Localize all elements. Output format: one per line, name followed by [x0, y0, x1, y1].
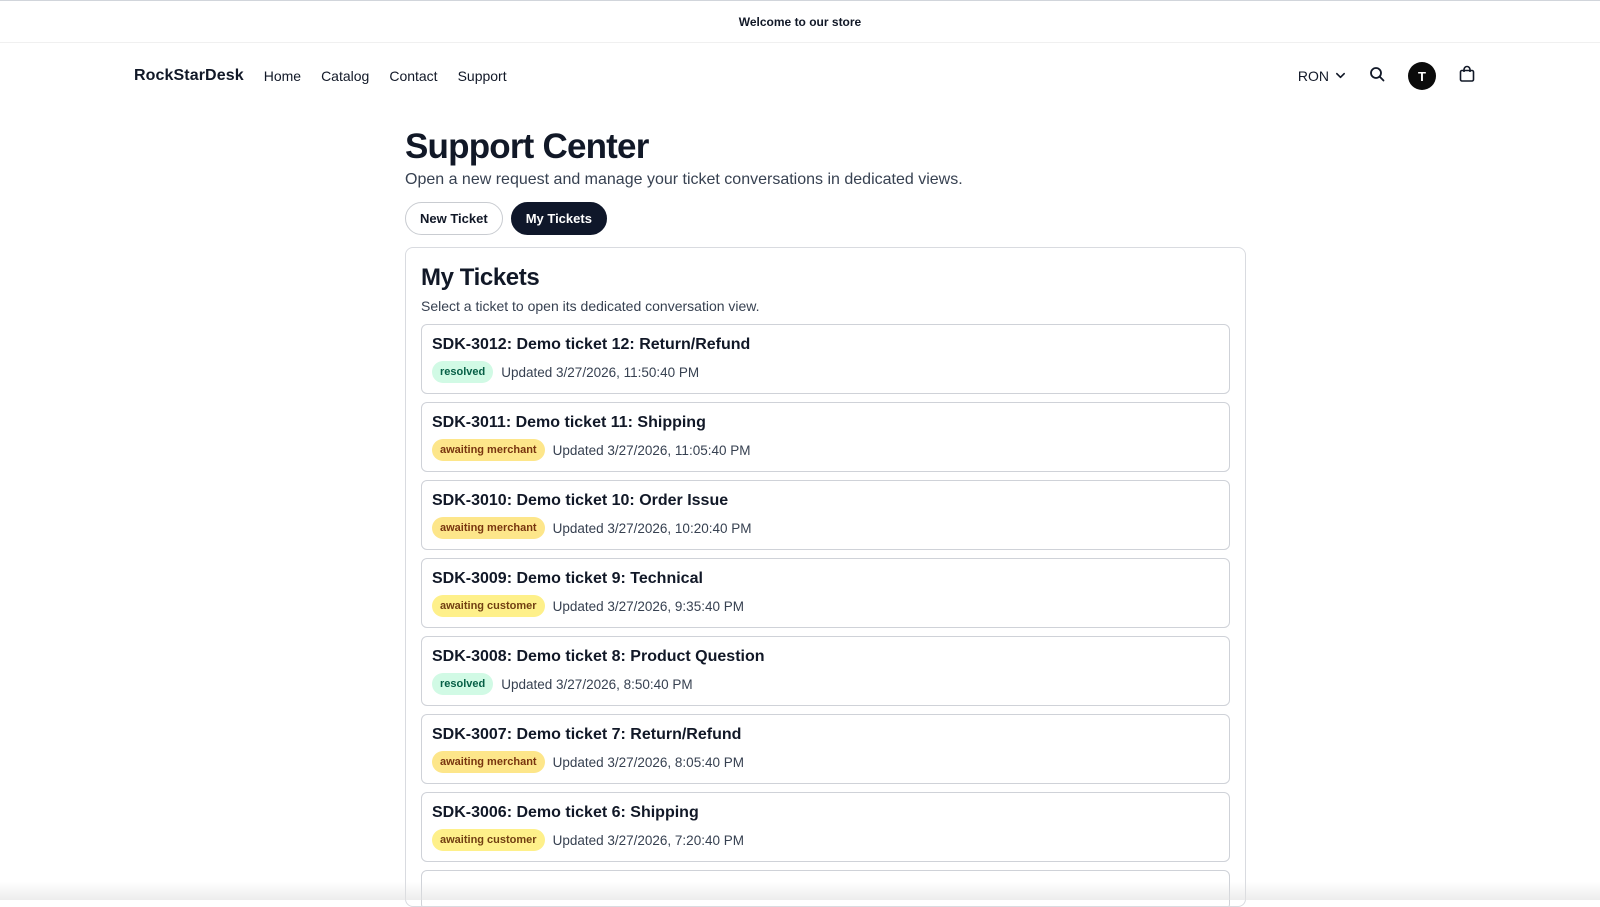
ticket-list: SDK-3012: Demo ticket 12: Return/Refund …	[421, 324, 1230, 907]
ticket-updated: Updated 3/27/2026, 11:50:40 PM	[501, 365, 699, 380]
nav-contact[interactable]: Contact	[389, 68, 437, 84]
ticket-item[interactable]: SDK-3010: Demo ticket 10: Order Issue aw…	[421, 480, 1230, 550]
status-badge: resolved	[432, 361, 493, 383]
nav-support[interactable]: Support	[458, 68, 507, 84]
ticket-meta: awaiting customer Updated 3/27/2026, 9:3…	[432, 595, 1219, 617]
announcement-text: Welcome to our store	[739, 15, 861, 29]
chevron-down-icon	[1335, 68, 1346, 84]
status-badge: awaiting customer	[432, 595, 545, 617]
shopping-bag-icon	[1458, 65, 1476, 88]
nav-catalog[interactable]: Catalog	[321, 68, 369, 84]
ticket-title: SDK-3010: Demo ticket 10: Order Issue	[432, 491, 1219, 511]
page-title: Support Center	[405, 125, 1246, 169]
header-actions: RON T	[1298, 62, 1480, 90]
ticket-updated: Updated 3/27/2026, 8:50:40 PM	[501, 677, 692, 692]
panel-title: My Tickets	[421, 262, 1230, 294]
ticket-title: SDK-3008: Demo ticket 8: Product Questio…	[432, 647, 1219, 667]
ticket-meta: resolved Updated 3/27/2026, 8:50:40 PM	[432, 673, 1219, 695]
site-header: RockStarDesk Home Catalog Contact Suppor…	[0, 43, 1600, 109]
cart-button[interactable]	[1454, 63, 1480, 89]
ticket-meta: resolved Updated 3/27/2026, 11:50:40 PM	[432, 361, 1219, 383]
search-icon	[1369, 66, 1385, 87]
search-button[interactable]	[1364, 63, 1390, 89]
ticket-updated: Updated 3/27/2026, 11:05:40 PM	[553, 443, 751, 458]
my-tickets-panel: My Tickets Select a ticket to open its d…	[405, 247, 1246, 907]
panel-description: Select a ticket to open its dedicated co…	[421, 298, 1230, 314]
brand-logo[interactable]: RockStarDesk	[134, 67, 244, 85]
ticket-item[interactable]: SDK-3007: Demo ticket 7: Return/Refund a…	[421, 714, 1230, 784]
ticket-title: SDK-3009: Demo ticket 9: Technical	[432, 569, 1219, 589]
ticket-updated: Updated 3/27/2026, 8:05:40 PM	[553, 755, 744, 770]
announcement-bar: Welcome to our store	[0, 0, 1600, 43]
status-badge: awaiting merchant	[432, 517, 545, 539]
support-tabs: New Ticket My Tickets	[405, 202, 1246, 235]
ticket-updated: Updated 3/27/2026, 7:20:40 PM	[553, 833, 744, 848]
ticket-meta: awaiting merchant Updated 3/27/2026, 8:0…	[432, 751, 1219, 773]
ticket-updated: Updated 3/27/2026, 9:35:40 PM	[553, 599, 744, 614]
currency-selector[interactable]: RON	[1298, 68, 1346, 84]
ticket-item[interactable]: SDK-3009: Demo ticket 9: Technical await…	[421, 558, 1230, 628]
ticket-item[interactable]: SDK-3008: Demo ticket 8: Product Questio…	[421, 636, 1230, 706]
page-subtitle: Open a new request and manage your ticke…	[405, 171, 1246, 189]
ticket-title: SDK-3007: Demo ticket 7: Return/Refund	[432, 725, 1219, 745]
ticket-meta: awaiting customer Updated 3/27/2026, 7:2…	[432, 829, 1219, 851]
support-content: Support Center Open a new request and ma…	[405, 125, 1246, 907]
account-avatar[interactable]: T	[1408, 62, 1436, 90]
status-badge: resolved	[432, 673, 493, 695]
nav-home[interactable]: Home	[264, 68, 301, 84]
status-badge: awaiting merchant	[432, 439, 545, 461]
main-nav: Home Catalog Contact Support	[264, 68, 507, 84]
ticket-item[interactable]: SDK-3012: Demo ticket 12: Return/Refund …	[421, 324, 1230, 394]
ticket-item[interactable]: SDK-3011: Demo ticket 11: Shipping await…	[421, 402, 1230, 472]
ticket-title: SDK-3011: Demo ticket 11: Shipping	[432, 413, 1219, 433]
ticket-meta: awaiting merchant Updated 3/27/2026, 11:…	[432, 439, 1219, 461]
ticket-updated: Updated 3/27/2026, 10:20:40 PM	[553, 521, 752, 536]
ticket-meta: awaiting merchant Updated 3/27/2026, 10:…	[432, 517, 1219, 539]
ticket-title: SDK-3006: Demo ticket 6: Shipping	[432, 803, 1219, 823]
tab-my-tickets[interactable]: My Tickets	[511, 202, 607, 235]
tab-new-ticket[interactable]: New Ticket	[405, 202, 503, 235]
ticket-item[interactable]: SDK-3006: Demo ticket 6: Shipping awaiti…	[421, 792, 1230, 862]
status-badge: awaiting customer	[432, 829, 545, 851]
scroll-fade	[0, 882, 1600, 900]
ticket-title: SDK-3012: Demo ticket 12: Return/Refund	[432, 335, 1219, 355]
status-badge: awaiting merchant	[432, 751, 545, 773]
currency-label: RON	[1298, 68, 1329, 84]
